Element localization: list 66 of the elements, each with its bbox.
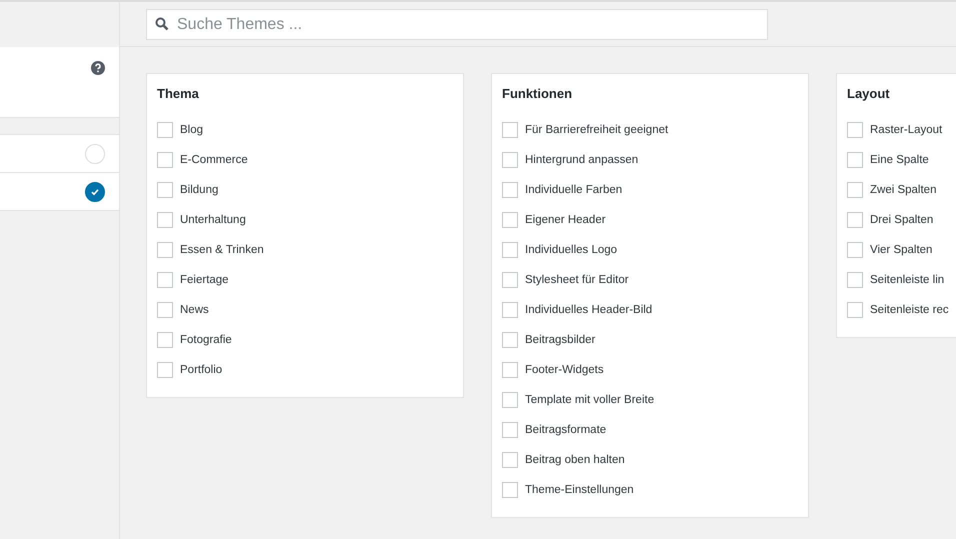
checkbox-label: Individuelles Header-Bild — [525, 304, 652, 316]
checkbox-label: Portfolio — [180, 364, 222, 376]
checkbox[interactable] — [502, 152, 518, 168]
checkbox[interactable] — [847, 212, 863, 228]
search-icon — [155, 17, 169, 31]
checkbox[interactable] — [502, 452, 518, 468]
checkbox[interactable] — [847, 302, 863, 318]
checkbox-label: Theme-Einstellungen — [525, 484, 634, 496]
checkbox-label: Individuelle Farben — [525, 184, 622, 196]
checkbox[interactable] — [502, 302, 518, 318]
checkbox[interactable] — [157, 152, 173, 168]
checkbox[interactable] — [157, 272, 173, 288]
checkbox-label: Individuelles Logo — [525, 244, 618, 256]
checkbox-label: Raster-Layout — [870, 124, 942, 136]
checkbox-label: Beitragsbilder — [525, 334, 596, 346]
checkbox[interactable] — [157, 332, 173, 348]
checkbox[interactable] — [157, 242, 173, 258]
checkbox[interactable] — [847, 242, 863, 258]
checkbox-label: Essen & Trinken — [180, 244, 264, 256]
checkbox-label: Blog — [180, 124, 204, 136]
card-title: Funktionen — [502, 86, 574, 101]
card-title: Thema — [157, 86, 200, 101]
checkbox-label: Zwei Spalten — [870, 184, 936, 196]
checkbox-label: Feiertage — [180, 274, 229, 286]
checkbox-label: Eine Spalte — [870, 154, 929, 166]
checkbox-label: Bildung — [180, 184, 218, 196]
checkbox-label: Fotografie — [180, 334, 232, 346]
checkbox[interactable] — [157, 182, 173, 198]
checkbox[interactable] — [502, 332, 518, 348]
checkbox[interactable] — [502, 122, 518, 138]
card-title: Layout — [847, 86, 891, 101]
checkbox[interactable] — [502, 242, 518, 258]
checkbox[interactable] — [847, 272, 863, 288]
checkbox[interactable] — [502, 272, 518, 288]
checkbox-label: Beitrag oben halten — [525, 454, 625, 466]
checkbox[interactable] — [157, 212, 173, 228]
checkbox-label: Für Barrierefreiheit geeignet — [525, 124, 668, 136]
checkbox[interactable] — [502, 212, 518, 228]
checkbox-label: Drei Spalten — [870, 214, 934, 226]
checkbox-label: Template mit voller Breite — [525, 394, 654, 406]
radio-button[interactable] — [85, 182, 105, 202]
checkbox[interactable] — [157, 122, 173, 138]
checkbox-label: Vier Spalten — [870, 244, 932, 256]
checkbox-label: Footer-Widgets — [525, 364, 604, 376]
checkbox[interactable] — [502, 392, 518, 408]
checkbox[interactable] — [847, 152, 863, 168]
checkbox-label: Seitenleiste lin — [870, 274, 944, 286]
checkbox-label: Seitenleiste rec — [870, 304, 949, 316]
checkbox-label: News — [180, 304, 209, 316]
search-field[interactable]: Suche Themes ... — [146, 9, 768, 40]
checkbox-label: E-Commerce — [180, 154, 248, 166]
checkbox[interactable] — [157, 302, 173, 318]
checkbox[interactable] — [847, 122, 863, 138]
check-icon — [90, 186, 100, 196]
checkbox-label: Unterhaltung — [180, 214, 246, 226]
checkbox[interactable] — [502, 482, 518, 498]
checkbox[interactable] — [502, 182, 518, 198]
checkbox[interactable] — [157, 362, 173, 378]
checkbox[interactable] — [502, 362, 518, 378]
checkbox[interactable] — [847, 182, 863, 198]
checkbox-label: Hintergrund anpassen — [525, 154, 638, 166]
checkbox[interactable] — [502, 422, 518, 438]
checkbox-label: Stylesheet für Editor — [525, 274, 629, 286]
help-icon[interactable] — [91, 61, 105, 75]
checkbox-label: Beitragsformate — [525, 424, 606, 436]
checkbox-label: Eigener Header — [525, 214, 606, 226]
